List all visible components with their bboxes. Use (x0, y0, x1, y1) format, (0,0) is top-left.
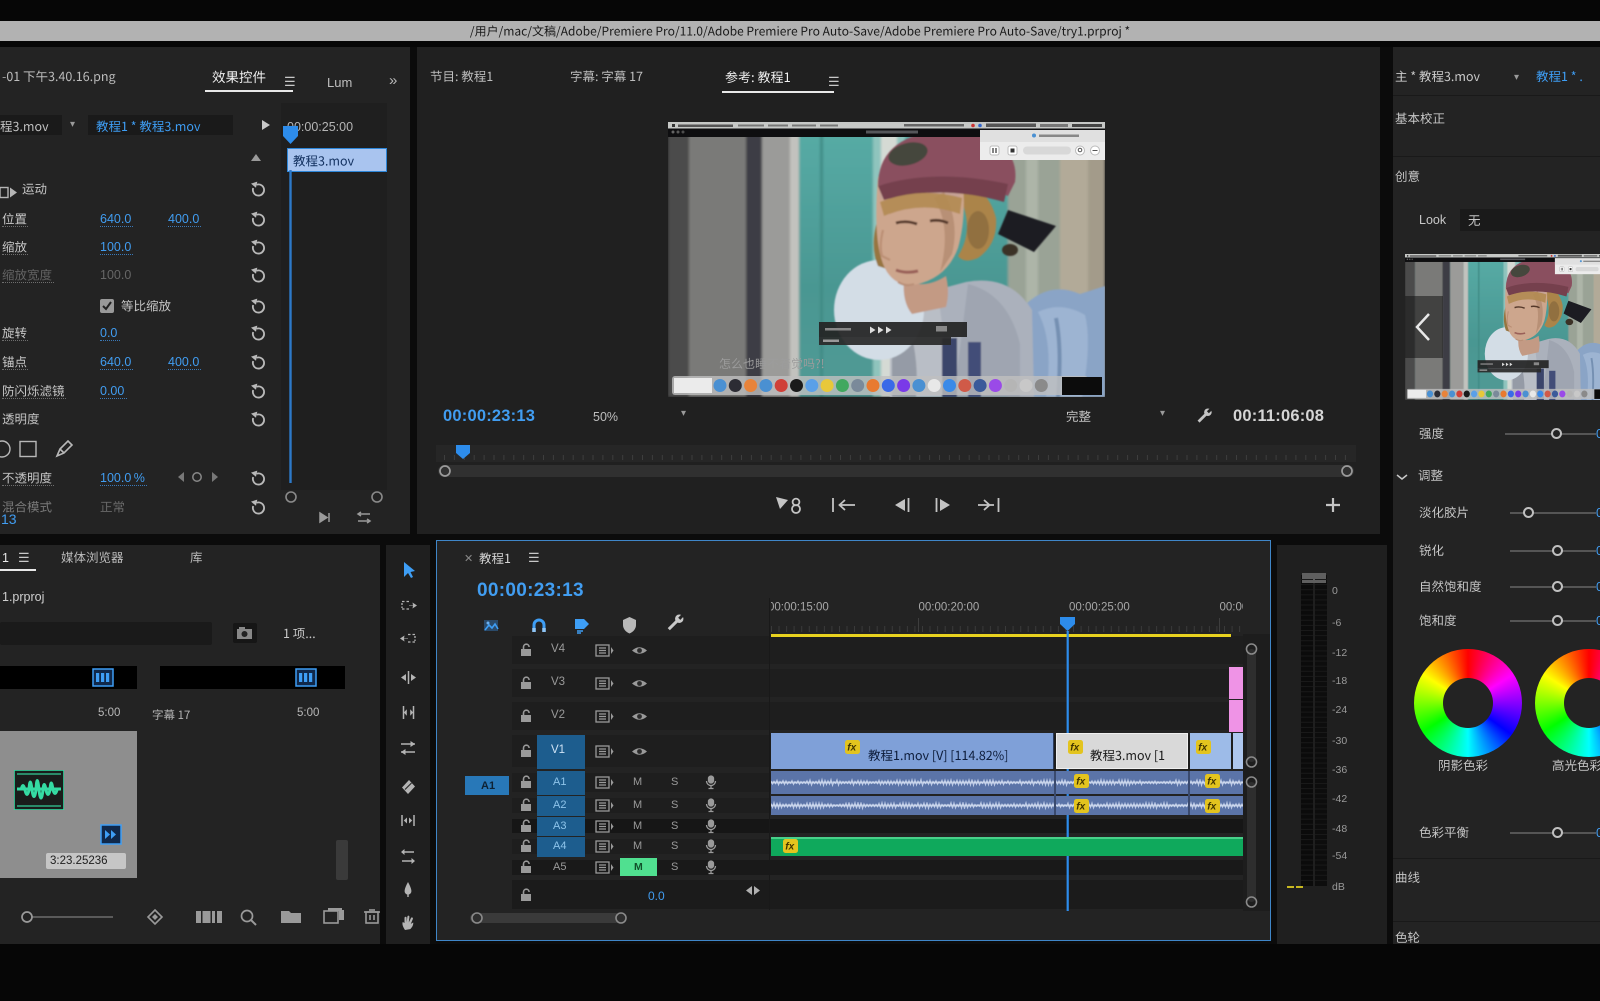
svg-text:00:00:25:00: 00:00:25:00 (1069, 602, 1130, 614)
svg-text:fx: fx (1207, 777, 1216, 788)
svg-text:fx: fx (1198, 743, 1207, 754)
svg-text:00:00:20:00: 00:00:20:00 (919, 602, 980, 614)
svg-text:00:00:15:00: 00:00:15:00 (771, 602, 829, 614)
svg-text:00:00:30:00: 00:00:30:00 (1220, 602, 1244, 614)
svg-text:fx: fx (1076, 802, 1085, 813)
svg-text:fx: fx (785, 842, 794, 853)
svg-text:fx: fx (1207, 802, 1216, 813)
svg-text:fx: fx (1076, 777, 1085, 788)
svg-text:fx: fx (847, 743, 856, 754)
svg-text:fx: fx (1070, 743, 1079, 754)
